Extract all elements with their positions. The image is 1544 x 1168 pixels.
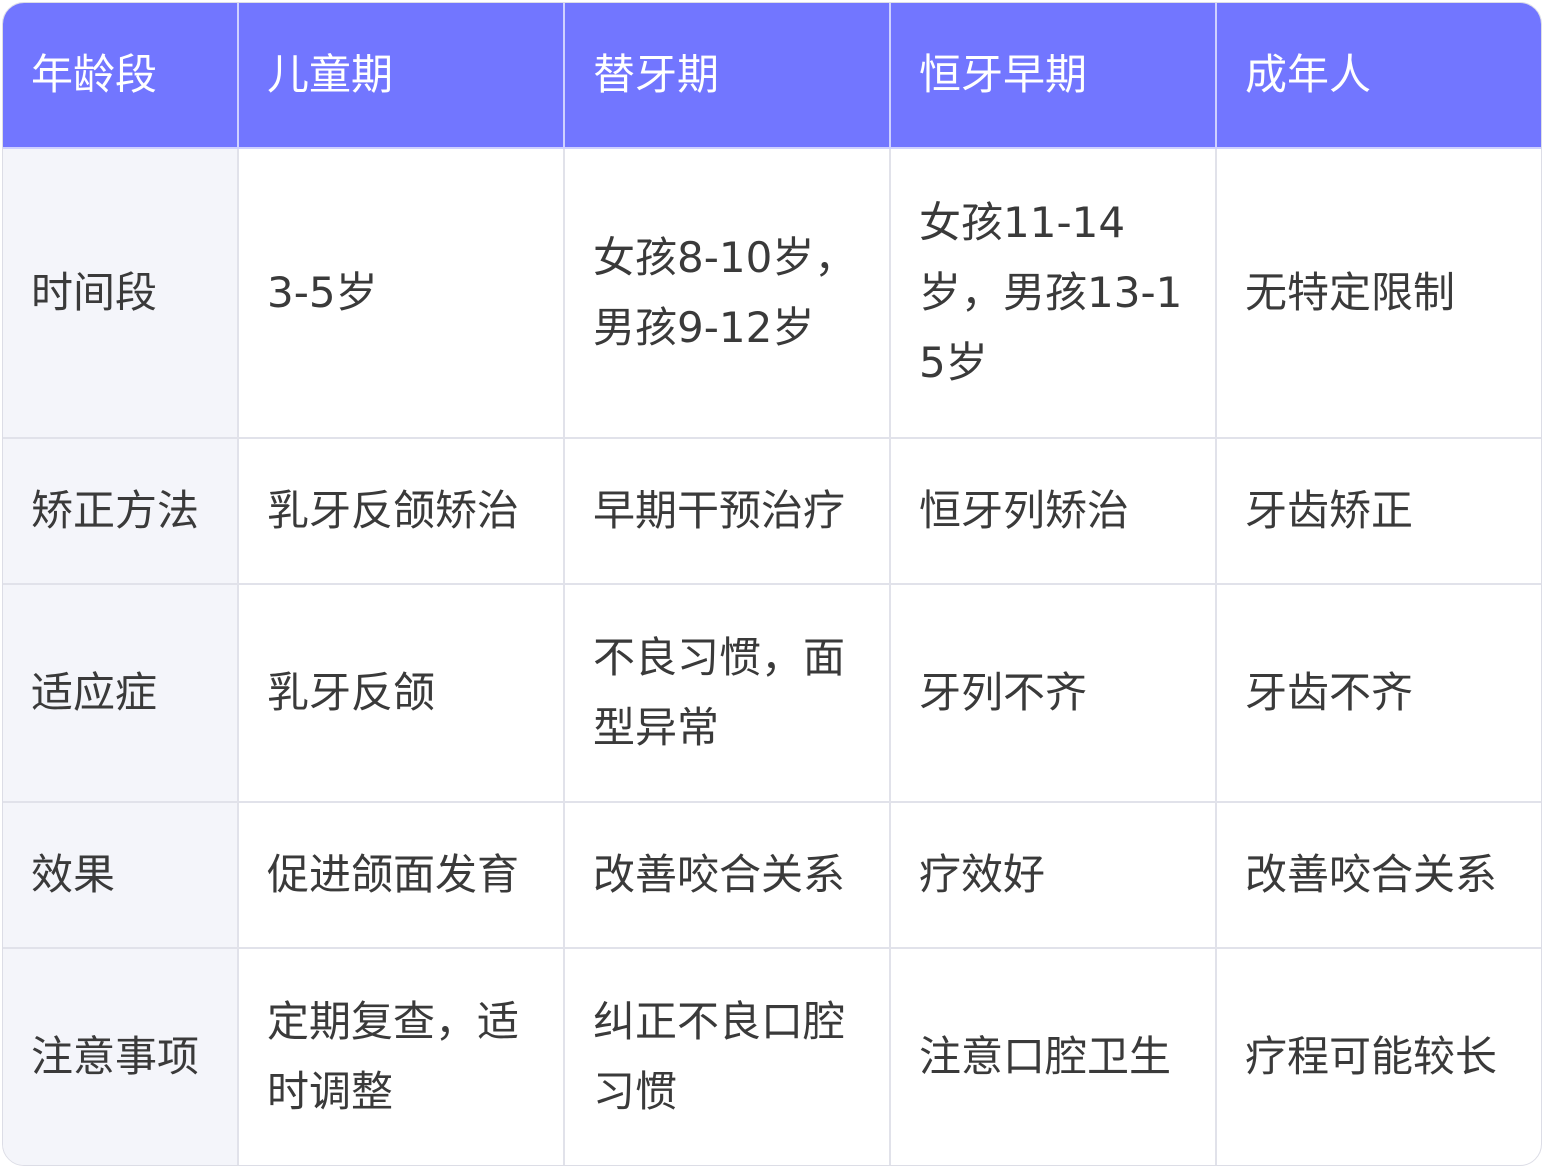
table-cell: 恒牙列矫治 [889, 437, 1217, 586]
table-header: 年龄段 儿童期 替牙期 恒牙早期 成年人 [3, 3, 1541, 149]
table-row-time-period: 时间段 3-5岁 女孩8-10岁，男孩9-12岁 女孩11-14岁，男孩13-1… [3, 146, 1541, 440]
header-cell-childhood: 儿童期 [237, 3, 565, 149]
table-row-effect: 效果 促进颌面发育 改善咬合关系 疗效好 改善咬合关系 [3, 801, 1541, 949]
table-cell: 纠正不良口腔习惯 [563, 946, 891, 1165]
table-cell: 改善咬合关系 [1215, 801, 1541, 949]
table-cell: 乳牙反颌矫治 [237, 437, 565, 586]
row-label-cell: 适应症 [3, 583, 239, 804]
table-cell: 女孩8-10岁，男孩9-12岁 [563, 146, 891, 440]
table-cell: 疗程可能较长 [1215, 946, 1541, 1165]
header-cell-age-group: 年龄段 [3, 3, 239, 149]
row-label-cell: 时间段 [3, 146, 239, 440]
table-cell: 早期干预治疗 [563, 437, 891, 586]
table-cell: 牙列不齐 [889, 583, 1217, 804]
table-cell: 牙齿矫正 [1215, 437, 1541, 586]
table-cell: 无特定限制 [1215, 146, 1541, 440]
table-body: 时间段 3-5岁 女孩8-10岁，男孩9-12岁 女孩11-14岁，男孩13-1… [3, 146, 1541, 1165]
table-cell: 注意口腔卫生 [889, 946, 1217, 1165]
table-row-notes: 注意事项 定期复查，适时调整 纠正不良口腔习惯 注意口腔卫生 疗程可能较长 [3, 946, 1541, 1165]
table-row-method: 矫正方法 乳牙反颌矫治 早期干预治疗 恒牙列矫治 牙齿矫正 [3, 437, 1541, 586]
table-row-indications: 适应症 乳牙反颌 不良习惯，面型异常 牙列不齐 牙齿不齐 [3, 583, 1541, 804]
orthodontic-comparison-table: 年龄段 儿童期 替牙期 恒牙早期 成年人 时间段 3-5岁 女孩8-10岁，男孩… [3, 3, 1541, 1165]
table-cell: 牙齿不齐 [1215, 583, 1541, 804]
table-cell: 女孩11-14岁，男孩13-15岁 [889, 146, 1217, 440]
table-cell: 疗效好 [889, 801, 1217, 949]
header-cell-mixed-dentition: 替牙期 [563, 3, 891, 149]
header-cell-early-permanent: 恒牙早期 [889, 3, 1217, 149]
table-cell: 促进颌面发育 [237, 801, 565, 949]
row-label-cell: 矫正方法 [3, 437, 239, 586]
table-cell: 3-5岁 [237, 146, 565, 440]
table-cell: 乳牙反颌 [237, 583, 565, 804]
row-label-cell: 注意事项 [3, 946, 239, 1165]
comparison-table-container: 年龄段 儿童期 替牙期 恒牙早期 成年人 时间段 3-5岁 女孩8-10岁，男孩… [2, 2, 1542, 1166]
header-cell-adult: 成年人 [1215, 3, 1541, 149]
table-cell: 不良习惯，面型异常 [563, 583, 891, 804]
table-cell: 改善咬合关系 [563, 801, 891, 949]
table-cell: 定期复查，适时调整 [237, 946, 565, 1165]
header-row: 年龄段 儿童期 替牙期 恒牙早期 成年人 [3, 3, 1541, 149]
row-label-cell: 效果 [3, 801, 239, 949]
